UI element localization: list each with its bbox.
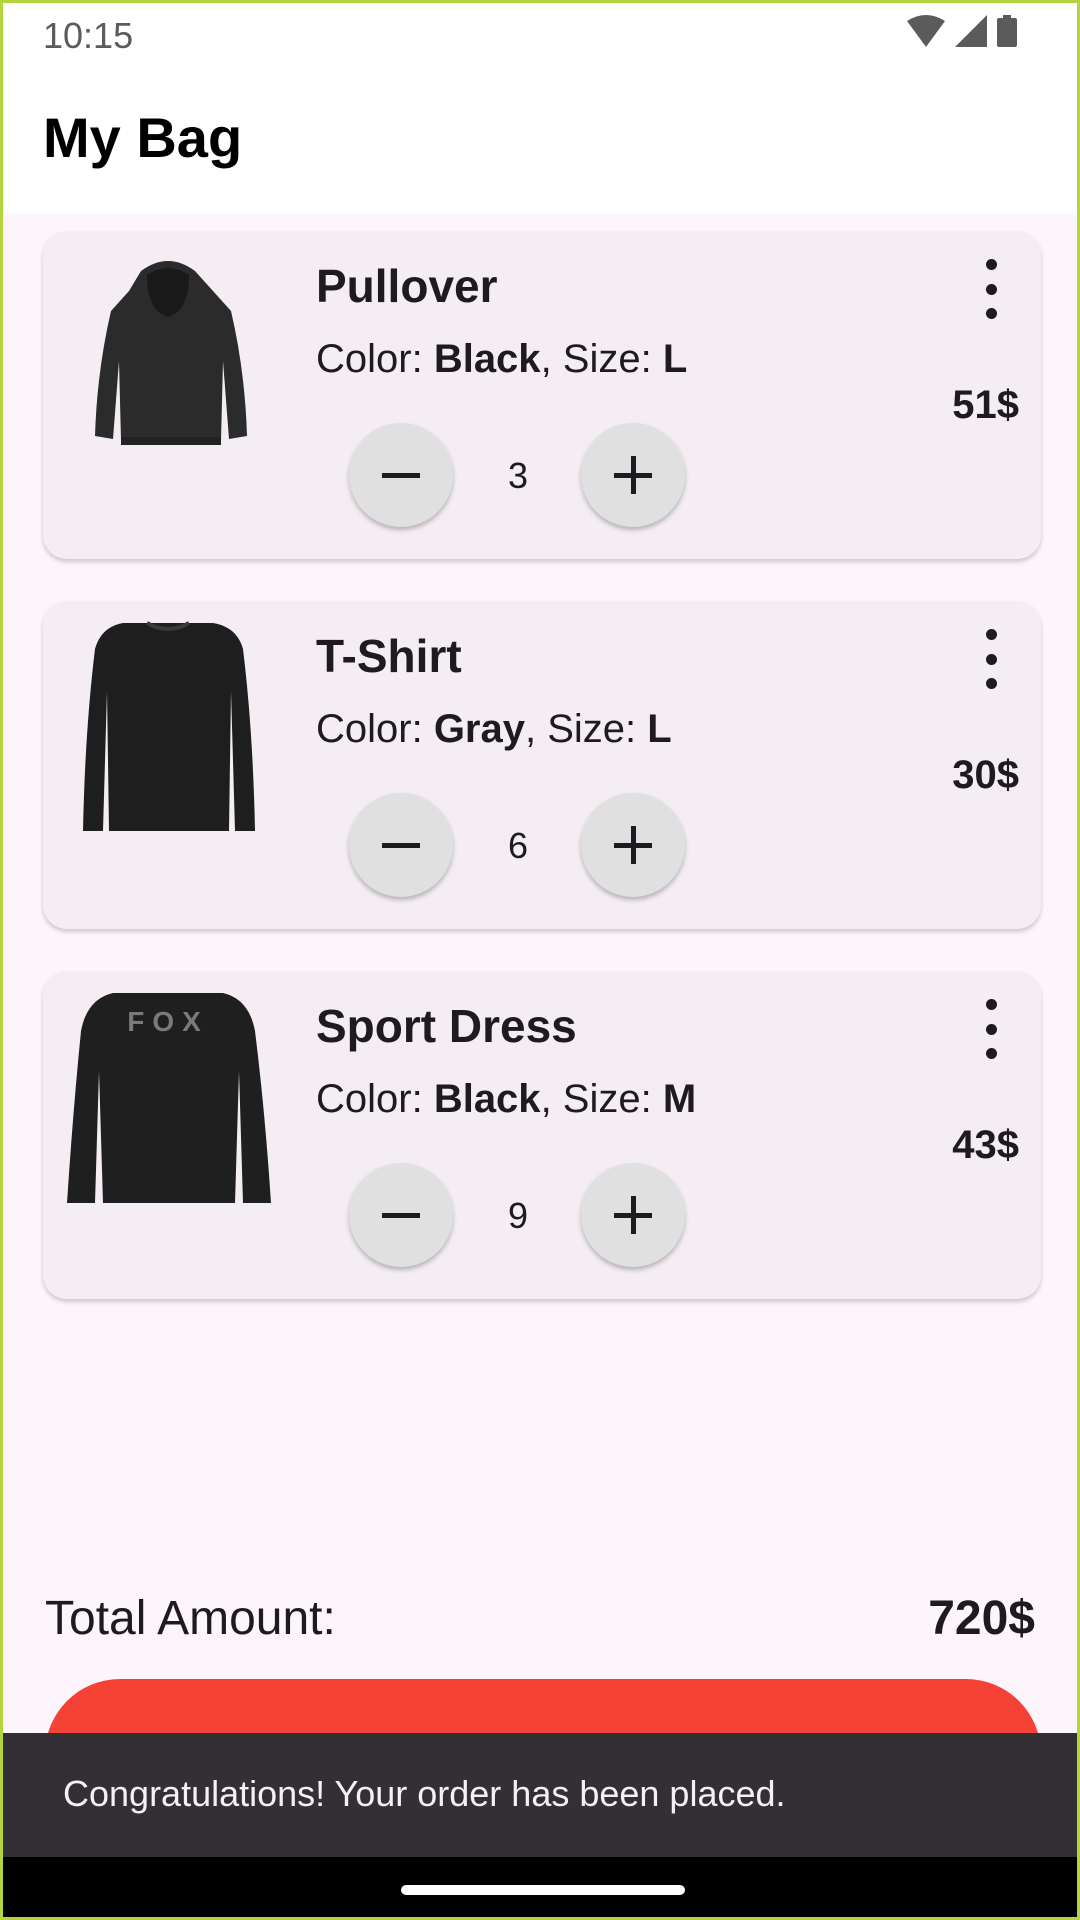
- color-label: Color:: [316, 707, 434, 751]
- battery-icon: [997, 15, 1017, 47]
- decrease-quantity-button[interactable]: [349, 1163, 453, 1267]
- status-time: 10:15: [43, 15, 134, 56]
- app-bar: My Bag: [3, 63, 1077, 213]
- plus-icon: [614, 456, 652, 494]
- quantity-value: 6: [507, 825, 529, 866]
- color-value: Black: [433, 1077, 541, 1121]
- product-price: 43$: [952, 1123, 1019, 1167]
- product-attributes: Color: Gray, Size: L: [316, 707, 672, 752]
- navigation-bar: [3, 1857, 1077, 1917]
- size-label: , Size:: [540, 337, 663, 381]
- quantity-value: 9: [507, 1195, 529, 1236]
- minus-icon: [382, 843, 420, 848]
- cart-item-card[interactable]: FOX Sport Dress Color: Black, Size: M 9 …: [43, 971, 1041, 1299]
- screen: 10:15 My Bag Pullover Color: Black, Size…: [0, 0, 1080, 1920]
- product-price: 30$: [952, 753, 1019, 797]
- product-image-hoodie: [95, 261, 247, 445]
- increase-quantity-button[interactable]: [581, 423, 685, 527]
- product-image-jersey: FOX: [67, 993, 271, 1203]
- product-attributes: Color: Black, Size: L: [316, 337, 687, 382]
- product-name: Sport Dress: [316, 1000, 577, 1052]
- status-icons: [907, 15, 1017, 47]
- color-label: Color:: [316, 1077, 434, 1121]
- color-label: Color:: [316, 337, 434, 381]
- size-value: L: [647, 707, 672, 751]
- total-amount-label: Total Amount:: [45, 1592, 336, 1645]
- signal-icon: [955, 15, 987, 47]
- cart-item-card[interactable]: Pullover Color: Black, Size: L 3 51$: [43, 231, 1041, 559]
- increase-quantity-button[interactable]: [581, 793, 685, 897]
- increase-quantity-button[interactable]: [581, 1163, 685, 1267]
- color-value: Black: [433, 337, 541, 381]
- plus-icon: [614, 1196, 652, 1234]
- size-label: , Size:: [524, 707, 648, 751]
- page-title: My Bag: [43, 106, 243, 169]
- more-vert-icon[interactable]: [971, 999, 1011, 1059]
- decrease-quantity-button[interactable]: [349, 423, 453, 527]
- home-indicator[interactable]: [401, 1885, 685, 1895]
- jersey-print: FOX: [127, 1006, 209, 1037]
- product-attributes: Color: Black, Size: M: [316, 1077, 696, 1122]
- plus-icon: [614, 826, 652, 864]
- cart-item-card[interactable]: T-Shirt Color: Gray, Size: L 6 30$: [43, 601, 1041, 929]
- decrease-quantity-button[interactable]: [349, 793, 453, 897]
- snackbar: Congratulations! Your order has been pla…: [3, 1733, 1077, 1857]
- size-label: , Size:: [540, 1077, 663, 1121]
- product-image-long-sleeve-shirt: [83, 621, 255, 831]
- minus-icon: [382, 473, 420, 478]
- snackbar-message: Congratulations! Your order has been pla…: [63, 1773, 786, 1814]
- more-vert-icon[interactable]: [971, 629, 1011, 689]
- size-value: L: [662, 337, 688, 381]
- status-bar: 10:15: [3, 3, 1077, 63]
- product-name: Pullover: [316, 260, 498, 312]
- quantity-value: 3: [507, 455, 529, 496]
- wifi-icon: [907, 15, 945, 47]
- color-value: Gray: [433, 707, 525, 751]
- size-value: M: [662, 1077, 697, 1121]
- product-price: 51$: [952, 383, 1019, 427]
- more-vert-icon[interactable]: [971, 259, 1011, 319]
- minus-icon: [382, 1213, 420, 1218]
- product-name: T-Shirt: [316, 630, 462, 682]
- total-amount-value: 720$: [928, 1592, 1035, 1645]
